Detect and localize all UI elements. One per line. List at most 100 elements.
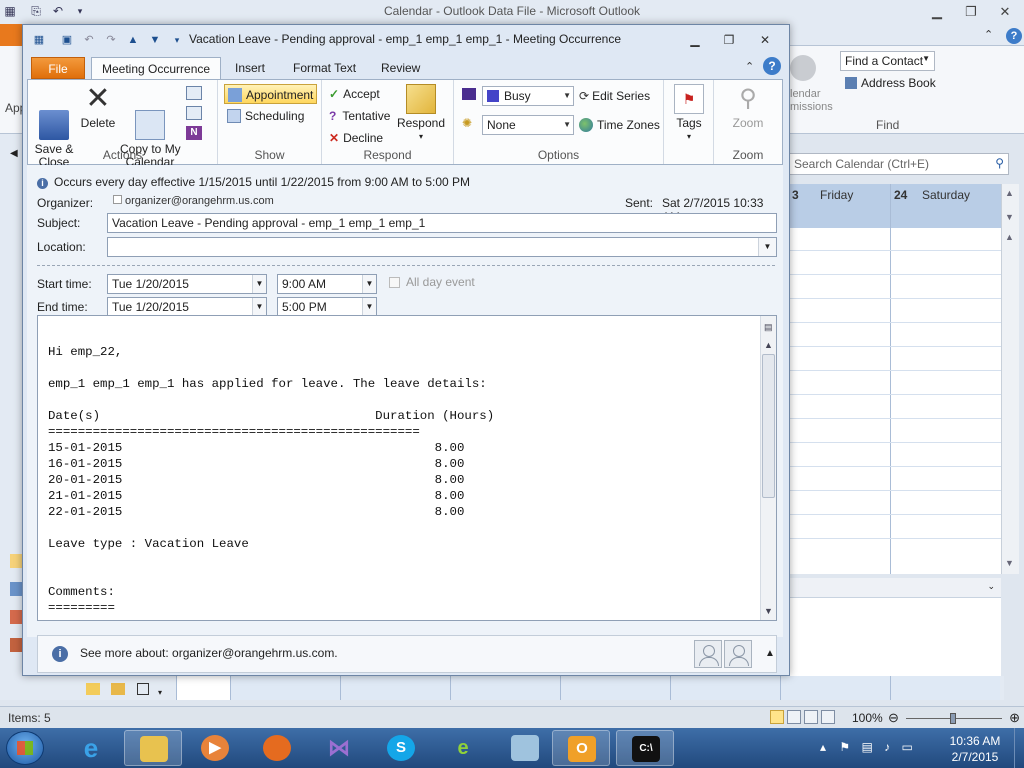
- shortcuts-icon[interactable]: [136, 683, 149, 695]
- save-icon[interactable]: ▣: [59, 33, 75, 47]
- volume-icon[interactable]: ♪: [884, 740, 890, 754]
- help-icon[interactable]: ?: [1006, 28, 1022, 44]
- notes-icon[interactable]: [86, 683, 100, 695]
- previous-item-icon[interactable]: ▲: [125, 33, 141, 47]
- taskbar-visual-studio[interactable]: ⋈: [310, 730, 368, 766]
- minimize-button[interactable]: ▁: [922, 2, 952, 22]
- delete-button[interactable]: ✕ Delete: [78, 84, 118, 130]
- start-button[interactable]: [6, 731, 44, 765]
- show-as-dropdown[interactable]: Busy ▼: [482, 86, 574, 106]
- maximize-button[interactable]: ❐: [717, 31, 741, 49]
- reading-view-button[interactable]: [821, 710, 835, 724]
- calendar-cell[interactable]: [780, 676, 890, 700]
- appointment-button[interactable]: Appointment: [224, 84, 318, 104]
- action-center-icon[interactable]: ⚑: [839, 740, 850, 754]
- find-contact-input[interactable]: Find a Contact ▼: [840, 51, 935, 71]
- tentative-button[interactable]: ? Tentative: [326, 106, 393, 126]
- time-zones-button[interactable]: Time Zones: [576, 115, 663, 135]
- respond-button[interactable]: Respond ▾: [396, 84, 446, 143]
- minimize-button[interactable]: ▁: [683, 31, 707, 49]
- chevron-down-icon[interactable]: ▼: [758, 238, 776, 256]
- network-icon[interactable]: ▤: [861, 740, 872, 754]
- calendar-cell[interactable]: [670, 676, 780, 700]
- close-button[interactable]: ✕: [990, 2, 1020, 22]
- calendar-dropdown-icon[interactable]: ▼: [252, 275, 266, 293]
- edit-series-button[interactable]: ⟳ Edit Series: [576, 86, 653, 106]
- show-hidden-icons[interactable]: ▴: [820, 740, 826, 754]
- tab-review[interactable]: Review: [371, 57, 430, 79]
- decline-button[interactable]: ✕ Decline: [326, 128, 386, 148]
- time-dropdown-icon[interactable]: ▼: [362, 275, 376, 293]
- scroll-up-icon[interactable]: ▲: [1005, 232, 1014, 242]
- collapse-ribbon-icon[interactable]: ⌃: [984, 28, 993, 41]
- message-body[interactable]: Hi emp_22, emp_1 emp_1 emp_1 has applied…: [37, 315, 777, 621]
- contact-avatar[interactable]: [694, 640, 722, 668]
- zoom-button[interactable]: ⚲ Zoom: [728, 84, 768, 130]
- main-file-tab[interactable]: [0, 24, 24, 46]
- calendar-permissions-label[interactable]: lendar missions: [790, 88, 833, 114]
- time-dropdown-icon[interactable]: ▼: [362, 298, 376, 316]
- organizer-checkbox[interactable]: [113, 195, 122, 204]
- chevron-down-icon[interactable]: ⌄: [987, 581, 995, 592]
- calendar-week-grid[interactable]: 3 Friday 24 Saturday: [789, 184, 1002, 574]
- taskbar-skype[interactable]: S: [372, 730, 430, 766]
- taskbar-cmd[interactable]: C:\: [616, 730, 674, 766]
- tags-button[interactable]: ⚑ Tags ▾: [670, 84, 708, 143]
- collapse-people-pane-icon[interactable]: ▲: [765, 648, 775, 659]
- ruler-toggle-icon[interactable]: ▤: [764, 322, 773, 333]
- zoom-in-icon[interactable]: ⊕: [1009, 710, 1020, 726]
- organizer-value[interactable]: organizer@orangehrm.us.com: [113, 195, 274, 207]
- close-button[interactable]: ✕: [753, 31, 777, 49]
- calendar-dropdown-icon[interactable]: ▼: [252, 298, 266, 316]
- calendar-view-button[interactable]: [787, 710, 801, 724]
- show-desktop-button[interactable]: [1014, 728, 1024, 768]
- calendar-scrollbar[interactable]: ▲ ▼ ▲ ▼: [1001, 184, 1019, 574]
- list-view-button[interactable]: [804, 710, 818, 724]
- collapse-ribbon-icon[interactable]: ⌃: [745, 60, 754, 73]
- find-icon[interactable]: [186, 86, 202, 100]
- tab-format-text[interactable]: Format Text: [283, 57, 366, 79]
- taskbar-firefox[interactable]: [248, 730, 306, 766]
- reminder-dropdown[interactable]: None ▼: [482, 115, 574, 135]
- restore-button[interactable]: ❐: [956, 2, 986, 22]
- start-date-field[interactable]: Tue 1/20/2015 ▼: [107, 274, 267, 294]
- search-calendar-input[interactable]: Search Calendar (Ctrl+E) ⚲: [789, 153, 1009, 175]
- tab-file[interactable]: File: [31, 57, 85, 79]
- calendar-icon[interactable]: ▦: [31, 33, 47, 47]
- end-date-field[interactable]: Tue 1/20/2015 ▼: [107, 297, 267, 317]
- taskbar-clock[interactable]: 10:36 AM 2/7/2015: [942, 733, 1008, 765]
- taskbar-notepad[interactable]: [496, 730, 554, 766]
- next-item-icon[interactable]: ▼: [147, 33, 163, 47]
- all-day-checkbox[interactable]: All day event: [389, 275, 475, 289]
- scroll-down-icon[interactable]: ▼: [764, 606, 773, 616]
- customize-qat-icon[interactable]: ▾: [169, 33, 185, 47]
- zoom-knob[interactable]: [950, 713, 956, 724]
- taskbar-etisalat[interactable]: e: [434, 730, 492, 766]
- scroll-down-icon[interactable]: ▼: [1005, 558, 1014, 568]
- redo-icon[interactable]: ↷: [103, 33, 119, 47]
- tab-insert[interactable]: Insert: [225, 57, 275, 79]
- tab-meeting-occurrence[interactable]: Meeting Occurrence: [91, 57, 222, 79]
- configure-buttons-icon[interactable]: ▾: [158, 688, 162, 697]
- search-icon[interactable]: ⚲: [995, 156, 1004, 170]
- calendar-tasks-header[interactable]: ⌄: [789, 578, 1001, 598]
- calendar-cell[interactable]: [560, 676, 670, 700]
- normal-view-button[interactable]: [770, 710, 784, 724]
- end-time-field[interactable]: 5:00 PM ▼: [277, 297, 377, 317]
- taskbar-ie[interactable]: e: [62, 730, 120, 766]
- taskbar-media-player[interactable]: ▶: [186, 730, 244, 766]
- power-icon[interactable]: ▭: [902, 740, 913, 754]
- accept-button[interactable]: ✓ Accept: [326, 84, 383, 104]
- zoom-slider[interactable]: ⊖ ⊕: [888, 710, 1020, 726]
- zoom-out-icon[interactable]: ⊖: [888, 710, 899, 726]
- calendar-permissions-icon[interactable]: [790, 55, 816, 81]
- taskbar-explorer[interactable]: [124, 730, 182, 766]
- folder-icon[interactable]: [111, 683, 126, 695]
- calendar-cell[interactable]: [340, 676, 450, 700]
- scheduling-button[interactable]: Scheduling: [224, 106, 307, 126]
- start-time-field[interactable]: 9:00 AM ▼: [277, 274, 377, 294]
- calendar-cell[interactable]: [450, 676, 560, 700]
- undo-icon[interactable]: ↶: [81, 33, 97, 47]
- scroll-up-icon[interactable]: ▲: [764, 340, 773, 350]
- address-book-button[interactable]: Address Book: [845, 76, 936, 90]
